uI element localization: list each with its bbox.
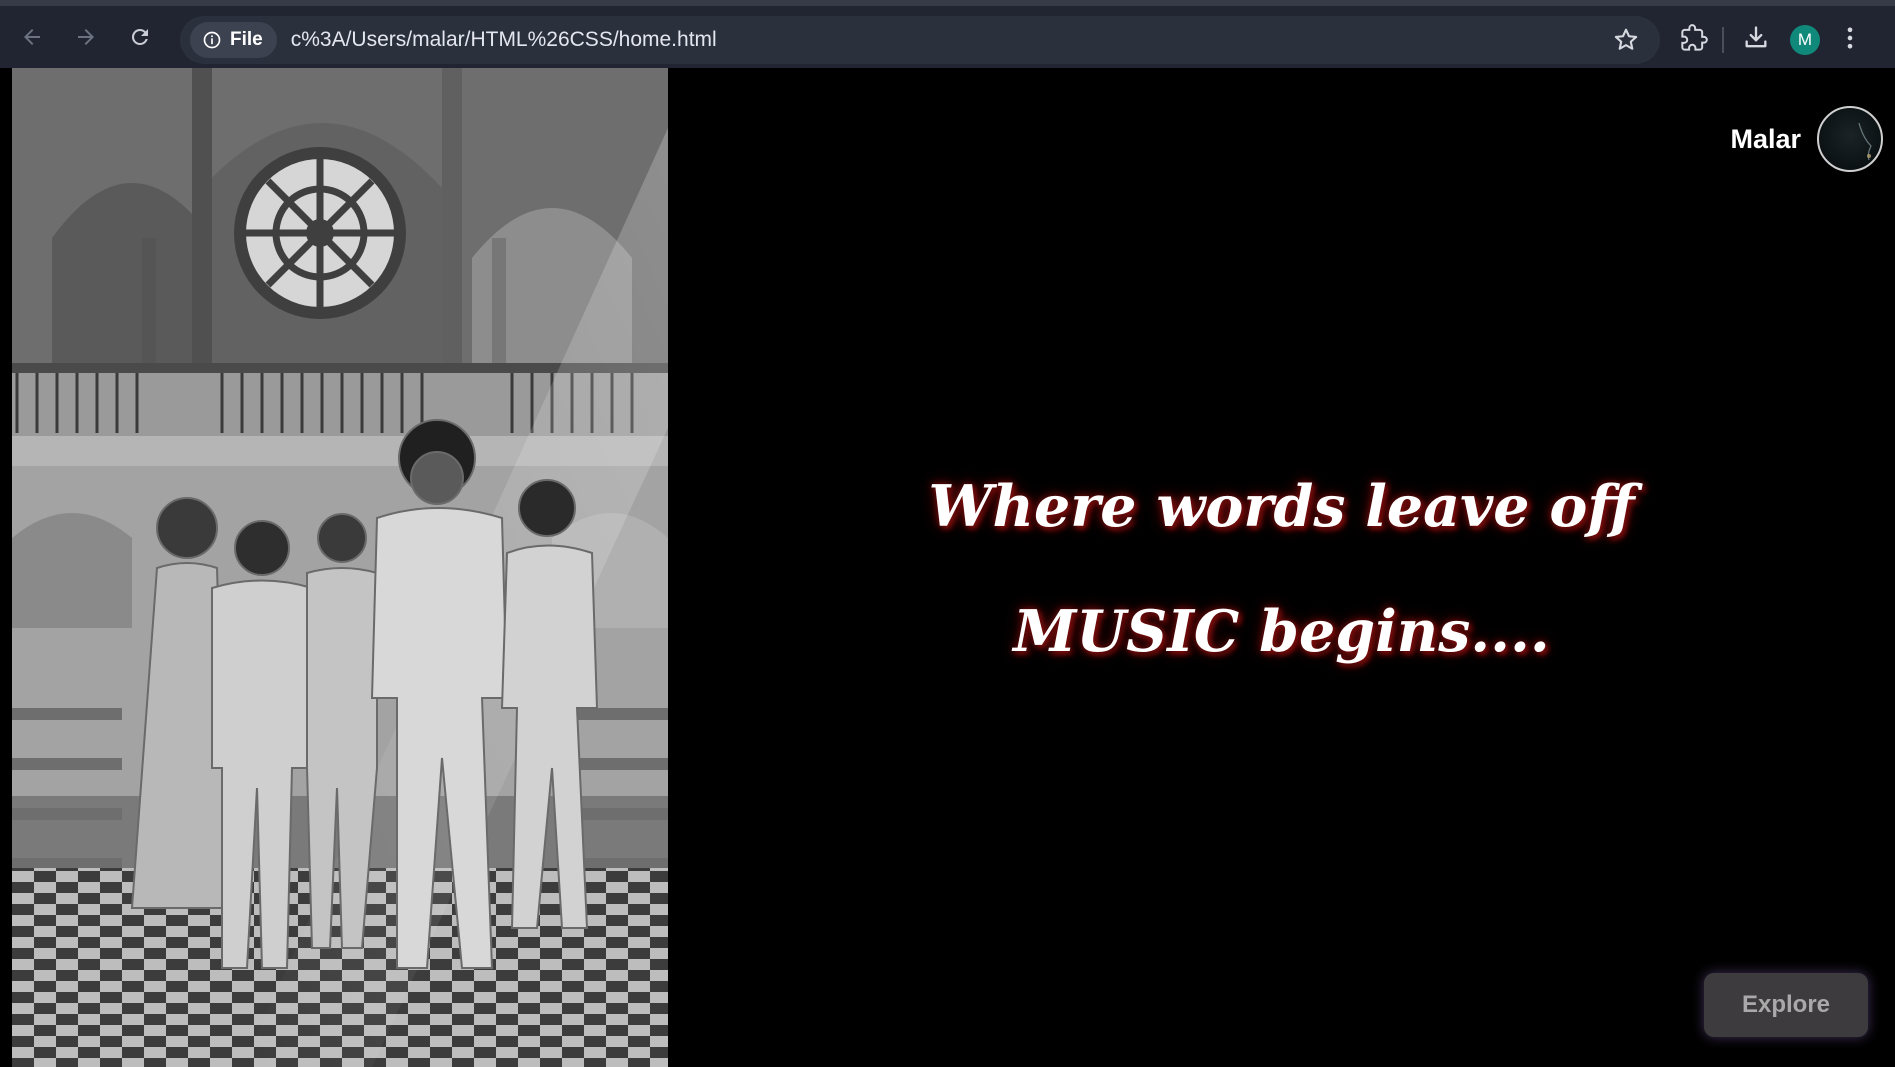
browser-menu-button[interactable] — [1844, 24, 1856, 57]
page-body: Malar Where words leave off MUSIC begins… — [0, 68, 1895, 1067]
file-chip-label: File — [230, 29, 263, 50]
extensions-button[interactable] — [1680, 23, 1708, 57]
tagline-line-1: Where words leave off — [928, 473, 1635, 540]
toolbar-divider — [1722, 27, 1724, 53]
browser-toolbar: File c%3A/Users/malar/HTML%26CSS/home.ht… — [0, 0, 1895, 68]
reload-button[interactable] — [118, 15, 162, 59]
hero-photo — [12, 68, 668, 1067]
more-vertical-icon — [1847, 27, 1853, 48]
profile-avatar[interactable]: M — [1790, 25, 1820, 55]
info-icon — [203, 31, 221, 49]
user-name: Malar — [1730, 124, 1801, 154]
arrow-right-icon — [78, 29, 94, 45]
address-bar[interactable]: File c%3A/Users/malar/HTML%26CSS/home.ht… — [180, 16, 1660, 64]
tagline-line-2: MUSIC begins.... — [1013, 598, 1550, 665]
avatar-image — [1858, 122, 1872, 161]
explore-button[interactable]: Explore — [1704, 973, 1868, 1037]
site-info-chip[interactable]: File — [190, 22, 277, 58]
forward-button[interactable] — [64, 15, 108, 59]
back-button[interactable] — [10, 15, 54, 59]
star-icon — [1614, 28, 1638, 50]
reload-icon — [131, 28, 148, 45]
url-text[interactable]: c%3A/Users/malar/HTML%26CSS/home.html — [291, 28, 717, 52]
download-icon — [1745, 25, 1767, 47]
toolbar-actions: M — [1680, 16, 1856, 64]
arrow-left-icon — [24, 29, 40, 45]
choir-church-illustration — [12, 68, 668, 1067]
user-avatar[interactable] — [1817, 106, 1883, 172]
downloads-button[interactable] — [1742, 24, 1770, 57]
puzzle-icon — [1681, 23, 1708, 51]
bookmark-button[interactable] — [1612, 26, 1640, 59]
